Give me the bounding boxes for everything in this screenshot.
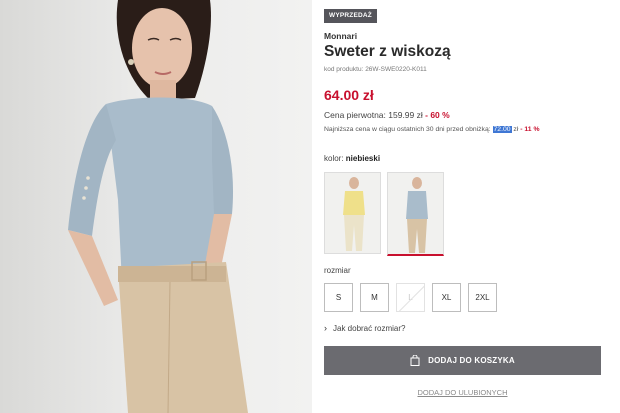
lowest-price-prefix: Najniższa cena w ciągu ostatnich 30 dni … [324, 126, 493, 133]
original-price-discount: - 60 % [422, 110, 450, 120]
size-option-s[interactable]: S [324, 283, 353, 312]
lowest-price-discount: - 11 % [518, 126, 540, 133]
color-swatch-blue[interactable] [387, 172, 444, 256]
size-label: rozmiar [324, 266, 351, 275]
model-photo-illustration [68, 0, 248, 413]
size-option-2xl[interactable]: 2XL [468, 283, 497, 312]
add-to-cart-button[interactable]: DODAJ DO KOSZYKA [324, 346, 601, 375]
color-swatch-yellow[interactable] [324, 172, 381, 254]
swatch-blue-image [388, 173, 443, 254]
sale-badge: WYPRZEDAŻ [324, 9, 377, 23]
current-price: 64.00 zł [324, 87, 374, 103]
size-guide-link[interactable]: › Jak dobrać rozmiar? [324, 323, 405, 333]
add-to-cart-label: DODAJ DO KOSZYKA [428, 356, 515, 365]
product-main-image[interactable] [0, 0, 312, 413]
color-row: kolor: niebieski [324, 154, 380, 163]
lowest-price-info: Najniższa cena w ciągu ostatnich 30 dni … [324, 126, 540, 133]
color-value: niebieski [345, 154, 381, 163]
color-label: kolor: [324, 154, 346, 163]
size-option-l-unavailable: L [396, 283, 425, 312]
size-option-xl[interactable]: XL [432, 283, 461, 312]
lowest-price-value: 72.00 [492, 126, 512, 133]
size-guide-label: Jak dobrać rozmiar? [333, 323, 406, 333]
chevron-right-icon: › [324, 323, 327, 333]
size-option-m[interactable]: M [360, 283, 389, 312]
swatch-yellow-image [325, 173, 380, 253]
original-price-label: Cena pierwotna: 159.99 zł [324, 110, 423, 120]
product-info-panel: WYPRZEDAŻ Monnari Sweter z wiskozą kod p… [324, 0, 608, 413]
brand-name[interactable]: Monnari [324, 31, 357, 41]
add-to-favorites-link[interactable]: DODAJ DO ULUBIONYCH [324, 388, 601, 397]
product-code: kod produktu: 26W-SWE0220-K011 [324, 66, 427, 73]
product-title: Sweter z wiskozą [324, 43, 451, 60]
original-price: Cena pierwotna: 159.99 zł - 60 % [324, 110, 450, 120]
shopping-bag-icon [410, 355, 420, 366]
